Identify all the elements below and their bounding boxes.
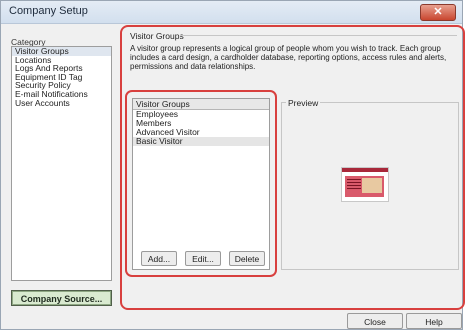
category-list[interactable]: Visitor Groups Locations Logs And Report… xyxy=(11,46,112,281)
company-setup-window: Company Setup ✕ Category Visitor Groups … xyxy=(0,0,465,330)
close-window-button[interactable]: ✕ xyxy=(420,4,456,21)
card-design-thumbnail xyxy=(341,167,389,202)
visitor-groups-group-title: Visitor Groups xyxy=(130,31,184,41)
title-bar[interactable]: Company Setup ✕ xyxy=(1,1,462,24)
card-text-lines xyxy=(347,179,361,191)
edit-button[interactable]: Edit... xyxy=(185,251,221,266)
preview-label: Preview xyxy=(286,98,321,108)
card-photo-area xyxy=(362,178,382,193)
add-button[interactable]: Add... xyxy=(141,251,177,266)
company-source-button[interactable]: Company Source... xyxy=(11,290,112,306)
visitor-groups-list[interactable]: Visitor Groups Employees Members Advance… xyxy=(132,98,270,270)
window-title: Company Setup xyxy=(9,5,88,17)
help-button[interactable]: Help xyxy=(406,313,462,329)
category-item-user-accounts[interactable]: User Accounts xyxy=(12,98,111,108)
visitor-groups-description: A visitor group represents a logical gro… xyxy=(130,44,447,71)
group-divider xyxy=(180,35,457,36)
delete-button[interactable]: Delete xyxy=(229,251,265,266)
card-header-stripe xyxy=(342,168,388,172)
close-button[interactable]: Close xyxy=(347,313,403,329)
list-item-basic-visitor[interactable]: Basic Visitor xyxy=(133,137,269,146)
